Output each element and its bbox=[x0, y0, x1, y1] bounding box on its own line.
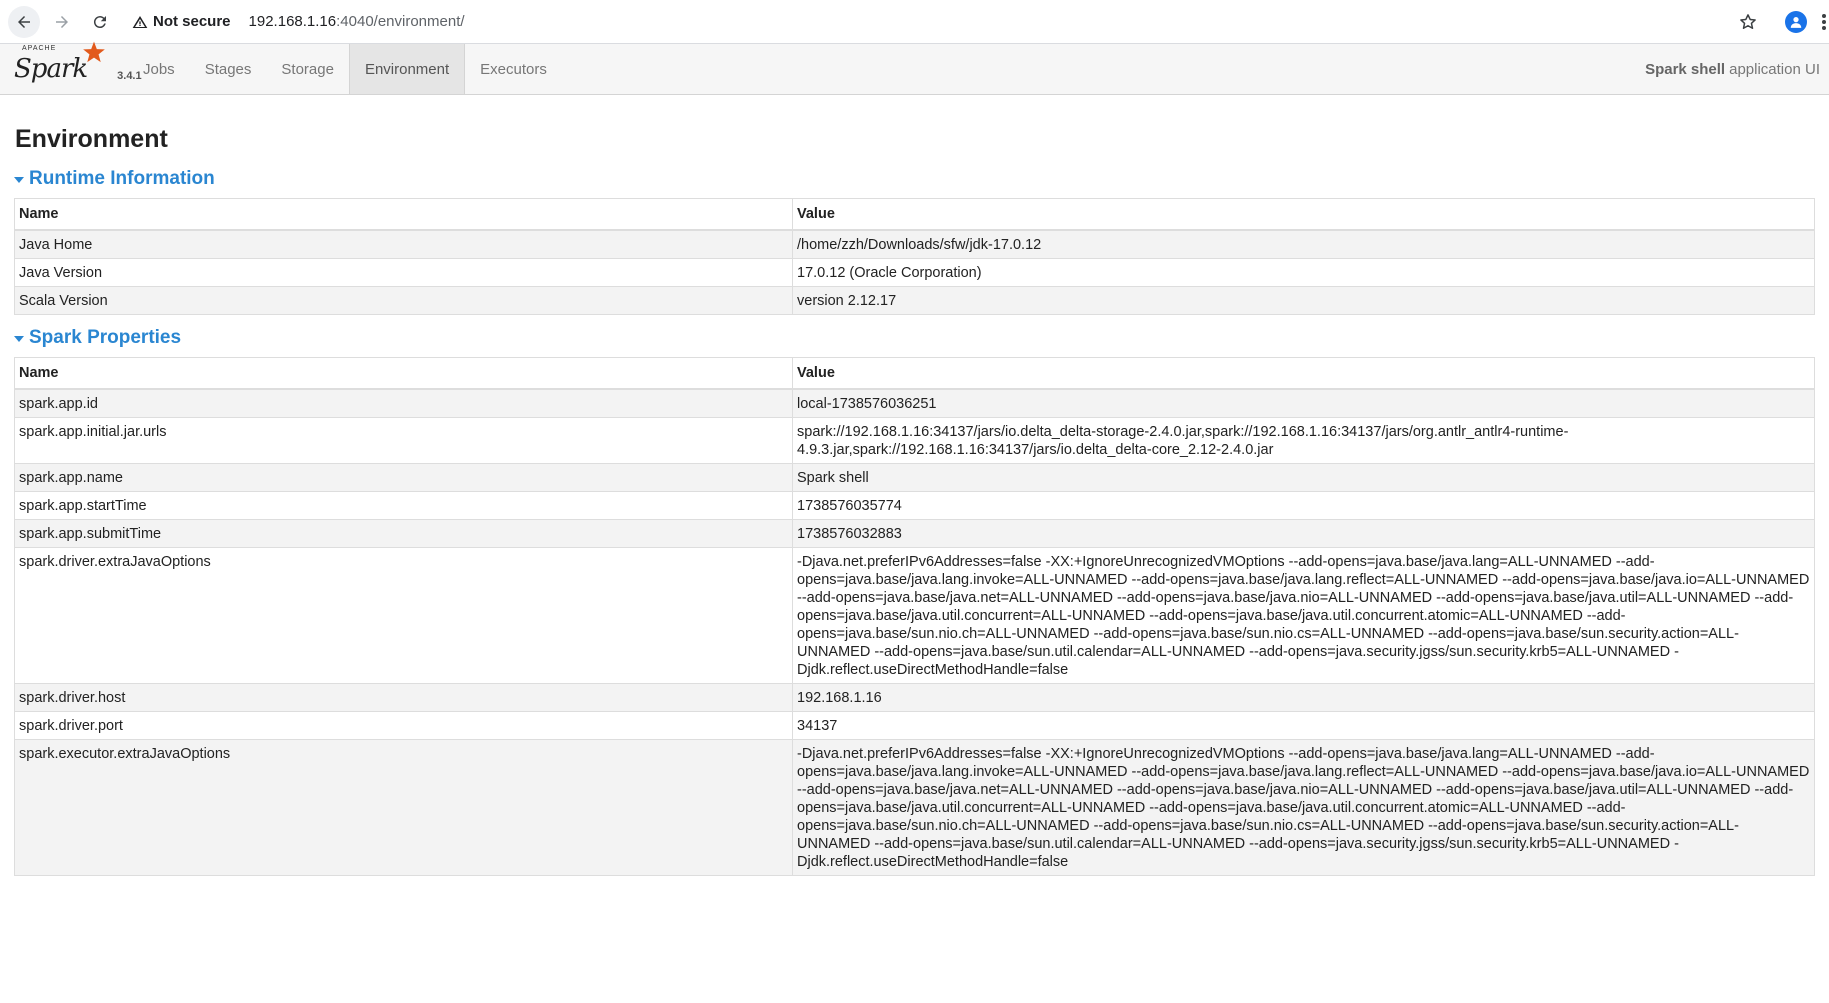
column-header-value[interactable]: Value bbox=[792, 198, 1815, 231]
tab-jobs[interactable]: Jobs bbox=[128, 44, 190, 94]
table-row: spark.driver.port 34137 bbox=[14, 711, 1815, 740]
row-value: 1738576035774 bbox=[792, 491, 1815, 520]
table-row: Scala Version version 2.12.17 bbox=[14, 286, 1815, 315]
table-row: Java Home /home/zzh/Downloads/sfw/jdk-17… bbox=[14, 229, 1815, 259]
caret-down-icon bbox=[14, 177, 24, 183]
row-value: 1738576032883 bbox=[792, 519, 1815, 548]
table-row: spark.app.id local-1738576036251 bbox=[14, 388, 1815, 418]
runtime-section-toggle[interactable]: Runtime Information bbox=[14, 168, 1815, 190]
properties-table: Name Value spark.app.id local-1738576036… bbox=[14, 357, 1815, 876]
row-value: /home/zzh/Downloads/sfw/jdk-17.0.12 bbox=[792, 229, 1815, 259]
tab-environment[interactable]: Environment bbox=[348, 44, 466, 94]
row-name: spark.app.submitTime bbox=[14, 519, 793, 548]
reload-icon bbox=[93, 15, 106, 28]
spark-version: 3.4.1 bbox=[117, 70, 142, 82]
spark-navbar: APACHE Spark 3.4.1 Jobs Stages Storage E… bbox=[0, 41, 1829, 95]
column-header-name[interactable]: Name bbox=[14, 198, 793, 231]
warning-icon bbox=[132, 15, 148, 28]
browser-menu-button[interactable] bbox=[1819, 5, 1829, 39]
table-row: spark.driver.extraJavaOptions -Djava.net… bbox=[14, 547, 1815, 684]
properties-heading: Spark Properties bbox=[29, 327, 182, 348]
table-row: spark.app.startTime 1738576035774 bbox=[14, 491, 1815, 520]
forward-button[interactable] bbox=[46, 6, 78, 38]
spark-logo-link[interactable]: APACHE Spark 3.4.1 bbox=[0, 41, 142, 94]
row-value: 192.168.1.16 bbox=[792, 683, 1815, 712]
tab-executors[interactable]: Executors bbox=[465, 44, 562, 94]
url-host: 192.168.1.16 bbox=[248, 13, 337, 30]
properties-section-toggle[interactable]: Spark Properties bbox=[14, 327, 1815, 349]
row-value: -Djava.net.preferIPv6Addresses=false -XX… bbox=[792, 547, 1815, 684]
app-title: Spark shell application UI bbox=[1645, 44, 1820, 94]
row-name: Scala Version bbox=[14, 286, 793, 315]
row-name: spark.app.startTime bbox=[14, 491, 793, 520]
table-row: spark.app.initial.jar.urls spark://192.1… bbox=[14, 417, 1815, 464]
browser-toolbar: Not secure 192.168.1.16:4040/environment… bbox=[0, 0, 1829, 44]
page-title: Environment bbox=[15, 125, 168, 153]
table-row: spark.executor.extraJavaOptions -Djava.n… bbox=[14, 739, 1815, 876]
runtime-table: Name Value Java Home /home/zzh/Downloads… bbox=[14, 198, 1815, 315]
row-value: Spark shell bbox=[792, 463, 1815, 492]
avatar bbox=[1785, 11, 1807, 33]
caret-down-icon bbox=[14, 336, 24, 342]
spark-wordmark: Spark bbox=[14, 54, 88, 84]
row-value: 34137 bbox=[792, 711, 1815, 740]
column-header-value[interactable]: Value bbox=[792, 357, 1815, 390]
table-header-row: Name Value bbox=[14, 357, 1815, 390]
row-value: 17.0.12 (Oracle Corporation) bbox=[792, 258, 1815, 287]
app-suffix: application UI bbox=[1729, 60, 1820, 78]
spark-logo: APACHE Spark bbox=[14, 41, 105, 84]
row-name: Java Version bbox=[14, 258, 793, 287]
row-value: local-1738576036251 bbox=[792, 388, 1815, 418]
row-name: spark.driver.extraJavaOptions bbox=[14, 547, 793, 684]
row-name: spark.app.initial.jar.urls bbox=[14, 417, 793, 464]
column-header-name[interactable]: Name bbox=[14, 357, 793, 390]
row-name: spark.driver.host bbox=[14, 683, 793, 712]
spark-star-icon bbox=[83, 41, 105, 63]
row-value: -Djava.net.preferIPv6Addresses=false -XX… bbox=[792, 739, 1815, 876]
table-row: Java Version 17.0.12 (Oracle Corporation… bbox=[14, 258, 1815, 287]
security-chip[interactable]: Not secure bbox=[132, 13, 231, 30]
runtime-heading: Runtime Information bbox=[29, 168, 215, 189]
row-name: spark.executor.extraJavaOptions bbox=[14, 739, 793, 876]
table-row: spark.driver.host 192.168.1.16 bbox=[14, 683, 1815, 712]
tab-storage[interactable]: Storage bbox=[266, 44, 349, 94]
bookmark-button[interactable] bbox=[1731, 5, 1765, 39]
person-icon bbox=[1790, 17, 1802, 28]
address-bar[interactable]: Not secure 192.168.1.16:4040/environment… bbox=[132, 6, 1821, 38]
tab-stages[interactable]: Stages bbox=[190, 44, 267, 94]
table-row: spark.app.name Spark shell bbox=[14, 463, 1815, 492]
arrow-right-icon bbox=[56, 15, 68, 28]
row-name: spark.app.name bbox=[14, 463, 793, 492]
security-label: Not secure bbox=[153, 13, 231, 30]
table-row: spark.app.submitTime 1738576032883 bbox=[14, 519, 1815, 548]
arrow-left-icon bbox=[18, 15, 30, 28]
main-content: Environment Runtime Information Name Val… bbox=[0, 125, 1829, 876]
url-path: :4040/environment/ bbox=[336, 13, 465, 30]
row-value: version 2.12.17 bbox=[792, 286, 1815, 315]
row-name: spark.driver.port bbox=[14, 711, 793, 740]
row-value: spark://192.168.1.16:34137/jars/io.delta… bbox=[792, 417, 1815, 464]
nav-tabs: Jobs Stages Storage Environment Executor… bbox=[128, 44, 562, 94]
star-outline-icon bbox=[1740, 14, 1756, 29]
reload-button[interactable] bbox=[84, 6, 116, 38]
row-name: spark.app.id bbox=[14, 388, 793, 418]
apache-label: APACHE bbox=[22, 45, 57, 52]
more-vert-icon bbox=[1822, 14, 1826, 30]
profile-button[interactable] bbox=[1779, 5, 1813, 39]
table-header-row: Name Value bbox=[14, 198, 1815, 231]
back-button[interactable] bbox=[8, 5, 40, 38]
app-name: Spark shell bbox=[1645, 60, 1726, 78]
row-name: Java Home bbox=[14, 229, 793, 259]
